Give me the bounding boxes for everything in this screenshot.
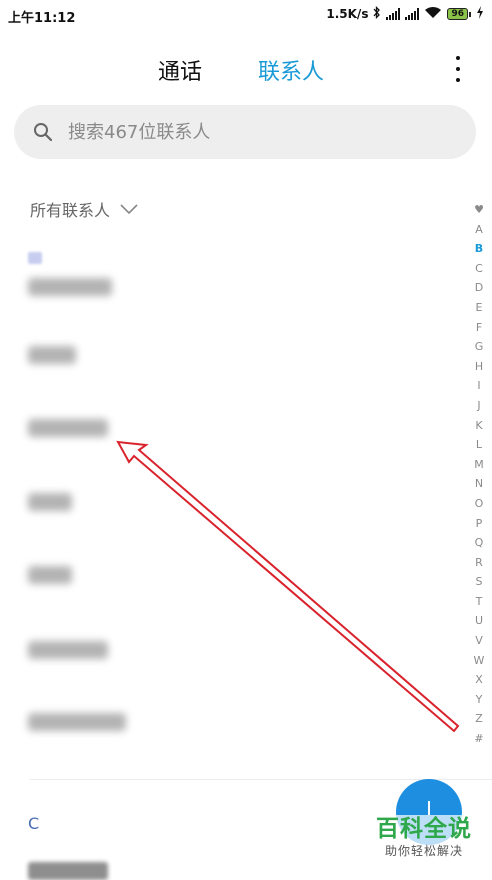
signal-icon-2 [405,8,420,20]
section-header-c: C [28,814,40,833]
plus-icon [428,801,430,815]
list-item[interactable] [28,272,112,302]
charging-icon [476,6,484,22]
battery-level: 96 [447,8,468,20]
list-item[interactable] [28,487,72,517]
index-letter-t[interactable]: T [476,592,483,612]
watermark-title: 百科全说 [376,816,472,842]
header: 通话 联系人 [0,48,492,92]
index-letter-h[interactable]: H [475,357,483,377]
index-letter-w[interactable]: W [474,651,485,671]
index-letter-x[interactable]: X [475,670,483,690]
list-item[interactable] [28,707,126,737]
index-letter-i[interactable]: I [477,376,480,396]
network-speed: 1.5K/s [326,7,369,21]
signal-icon [386,8,401,20]
section-header-blurred [28,252,42,264]
index-letter-k[interactable]: K [475,416,482,436]
filter-label: 所有联系人 [30,201,111,220]
index-letter-c[interactable]: C [475,259,483,279]
watermark-subtitle: 助你轻松解决 [384,844,463,858]
index-letter-r[interactable]: R [475,553,483,573]
index-letter-o[interactable]: O [475,494,484,514]
index-letter-s[interactable]: S [476,572,483,592]
alphabet-index-bar[interactable]: ♥ A B C D E F G H I J K L M N O P Q R S T U V W X Y Z # [470,200,488,749]
index-letter-p[interactable]: P [476,514,483,534]
index-letter-n[interactable]: N [475,474,483,494]
contact-filter[interactable]: 所有联系人 [30,197,138,221]
list-item[interactable] [28,862,108,880]
list-item[interactable] [28,560,72,590]
index-letter-g[interactable]: G [475,337,484,357]
index-letter-b[interactable]: B [475,239,483,259]
list-item[interactable] [28,635,108,665]
battery-icon: 96 [447,8,471,20]
index-letter-v[interactable]: V [475,631,483,651]
index-letter-j[interactable]: J [477,396,480,416]
index-letter-hash[interactable]: # [474,729,483,749]
bluetooth-icon [373,5,381,22]
index-letter-l[interactable]: L [476,435,482,455]
status-icons: 1.5K/s 96 [326,5,484,22]
search-icon [34,123,53,142]
status-time: 上午11:12 [8,11,76,26]
index-letter-q[interactable]: Q [475,533,484,553]
list-item[interactable] [28,340,76,370]
chevron-down-icon [120,204,138,215]
list-item[interactable] [28,413,108,443]
index-letter-m[interactable]: M [474,455,484,475]
tab-contacts[interactable]: 联系人 [258,54,324,86]
watermark: 百科全说 助你轻松解决 [368,815,480,859]
index-letter-u[interactable]: U [475,611,483,631]
wifi-icon [424,6,442,22]
tab-calls[interactable]: 通话 [158,54,202,86]
index-letter-a[interactable]: A [475,220,483,240]
status-bar: 上午11:12 1.5K/s 96 [0,0,492,32]
index-letter-y[interactable]: Y [476,690,483,710]
search-input[interactable] [66,120,430,144]
favorites-heart-icon[interactable]: ♥ [474,200,484,220]
search-bar[interactable] [14,105,476,159]
index-letter-d[interactable]: D [475,278,483,298]
index-letter-f[interactable]: F [476,318,482,338]
more-options-icon[interactable] [454,56,462,82]
index-letter-z[interactable]: Z [475,709,483,729]
index-letter-e[interactable]: E [476,298,483,318]
